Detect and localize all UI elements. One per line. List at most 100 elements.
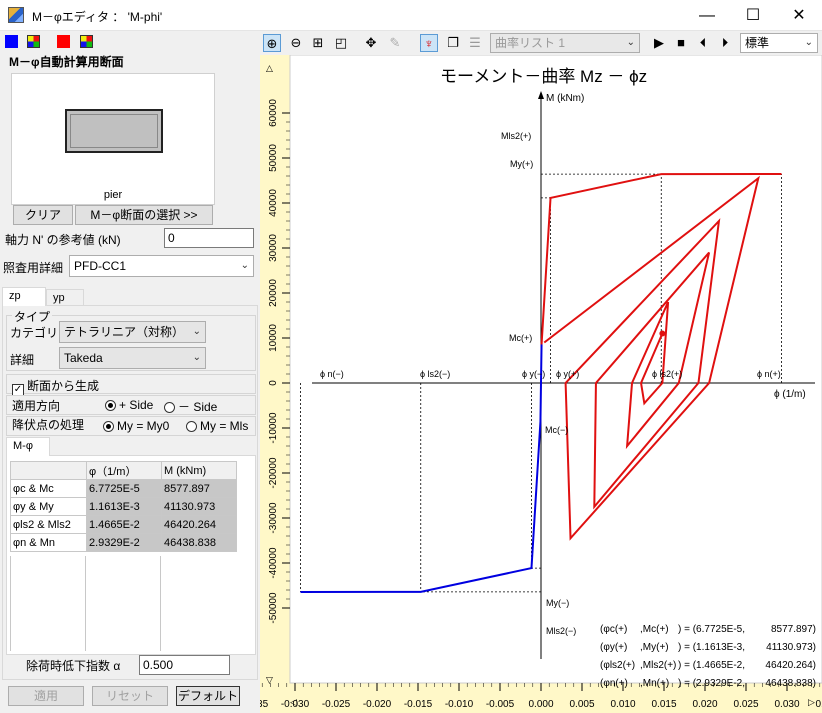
mode-value: 標準 bbox=[745, 36, 770, 50]
x-tick-label: -0.025 bbox=[322, 699, 351, 710]
ref-label-x: ϕ ls2(+) bbox=[652, 369, 682, 379]
m-cell[interactable]: 41130.973 bbox=[161, 497, 237, 516]
radio-icon bbox=[186, 421, 197, 432]
tab-mphi[interactable]: M-φ bbox=[6, 437, 50, 456]
pan-icon[interactable]: ✥ bbox=[362, 34, 380, 52]
my-mls-radio[interactable]: My = Mls bbox=[186, 419, 248, 433]
list-icon[interactable]: ☰ bbox=[466, 34, 484, 52]
mode-select[interactable]: 標準 ⌄ bbox=[740, 33, 818, 53]
blue-pattern-icon[interactable] bbox=[27, 35, 40, 48]
phi-cell[interactable]: 1.4665E-2 bbox=[86, 515, 162, 534]
row-label: φn & Mn bbox=[10, 533, 87, 552]
pick-icon[interactable]: ✎ bbox=[386, 34, 404, 52]
scroll-left-icon: ◁ bbox=[290, 697, 297, 707]
annotation-val: 46438.838) bbox=[765, 678, 816, 689]
tab-zp[interactable]: zp bbox=[2, 287, 46, 306]
step-forward-icon[interactable]: ⏵ bbox=[716, 34, 734, 52]
plus-side-label: + Side bbox=[119, 398, 154, 412]
y-tick-label: 10000 bbox=[268, 324, 279, 352]
stop-icon[interactable]: ■ bbox=[672, 34, 690, 52]
apply-button[interactable]: 適用 bbox=[8, 686, 84, 706]
minus-side-radio[interactable]: － Side bbox=[164, 398, 217, 415]
chevron-down-icon: ⌄ bbox=[192, 352, 201, 363]
mphi-chart[interactable]: -50000 -40000 -30000 -20000 -10000 0 10000 2000… bbox=[260, 55, 822, 713]
m-cell[interactable]: 46438.838 bbox=[161, 533, 237, 552]
row-label: φls2 & Mls2 bbox=[10, 515, 87, 534]
red-color-icon[interactable] bbox=[57, 35, 70, 48]
ref-label-x: ϕ y(−) bbox=[522, 369, 545, 379]
table-header-row: φ（1/m） M (kNm) bbox=[10, 461, 237, 480]
detail2-select[interactable]: Takeda ⌄ bbox=[59, 347, 206, 369]
yield-label: 降伏点の処理 bbox=[12, 418, 85, 432]
apply-dir-label: 適用方向 bbox=[12, 399, 61, 413]
y-tick-label: 20000 bbox=[268, 279, 279, 307]
y-tick-label: 40000 bbox=[268, 189, 279, 217]
detail2-value: Takeda bbox=[64, 351, 103, 365]
clear-button[interactable]: クリア bbox=[13, 205, 73, 225]
zoom-fit-icon[interactable]: ⊞ bbox=[309, 34, 327, 52]
radio-icon bbox=[103, 421, 114, 432]
x-tick-label: -0.005 bbox=[486, 699, 515, 710]
table-row[interactable]: φls2 & Mls2 1.4665E-2 46420.264 bbox=[10, 515, 237, 534]
x-tick-label: 0.020 bbox=[692, 699, 717, 710]
annotation-val: 8577.897) bbox=[771, 624, 816, 635]
table-empty-area bbox=[10, 556, 238, 651]
default-button[interactable]: デフォルト bbox=[176, 686, 240, 706]
ref-label-y: My(−) bbox=[546, 598, 569, 608]
ref-label-x: ϕ ls2(−) bbox=[420, 369, 450, 379]
maximize-button[interactable]: ☐ bbox=[730, 0, 776, 31]
annotation-m: ,My(+) bbox=[640, 642, 669, 653]
zoom-in-icon[interactable]: ⊕ bbox=[263, 34, 281, 52]
radio-icon bbox=[164, 402, 175, 413]
my-my0-radio[interactable]: My = My0 bbox=[103, 419, 169, 433]
table-row[interactable]: φc & Mc 6.7725E-5 8577.897 bbox=[10, 479, 237, 498]
tab-yp[interactable]: yp bbox=[46, 289, 84, 306]
curve-list-select[interactable]: 曲率リスト 1 ⌄ bbox=[490, 33, 640, 53]
annotation-phi: (φc(+) bbox=[600, 624, 627, 635]
table-row[interactable]: φn & Mn 2.9329E-2 46438.838 bbox=[10, 533, 237, 552]
play-icon[interactable]: ▶ bbox=[650, 34, 668, 52]
zoom-window-icon[interactable]: ◰ bbox=[332, 34, 350, 52]
phi-cell[interactable]: 6.7725E-5 bbox=[86, 479, 162, 498]
y-tick-label: 0 bbox=[268, 380, 279, 386]
table-row[interactable]: φy & My 1.1613E-3 41130.973 bbox=[10, 497, 237, 516]
plus-side-radio[interactable]: + Side bbox=[105, 398, 153, 412]
phi-cell[interactable]: 1.1613E-3 bbox=[86, 497, 162, 516]
chevron-down-icon: ⌄ bbox=[240, 260, 249, 271]
m-cell[interactable]: 8577.897 bbox=[161, 479, 237, 498]
mphi-panel: φ（1/m） M (kNm) φc & Mc 6.7725E-5 8577.897 … bbox=[6, 455, 256, 655]
table-header bbox=[10, 461, 87, 480]
step-back-icon[interactable]: ⏴ bbox=[694, 34, 712, 52]
ref-label-x: ϕ n(+) bbox=[757, 369, 781, 379]
x-tick-label: -0.010 bbox=[445, 699, 474, 710]
radio-icon bbox=[105, 400, 116, 411]
close-button[interactable]: ✕ bbox=[776, 0, 822, 31]
axial-input[interactable]: 0 bbox=[164, 228, 254, 248]
annotation-eq: ) = (6.7725E-5, bbox=[678, 624, 745, 635]
annotation-m: ,Mc(+) bbox=[640, 624, 669, 635]
red-pattern-icon[interactable] bbox=[80, 35, 93, 48]
gen-from-section-checkbox[interactable]: ✓ 断面から生成 bbox=[12, 377, 99, 396]
x-tick-label: 0.015 bbox=[651, 699, 676, 710]
detail-select[interactable]: PFD-CC1 ⌄ bbox=[69, 255, 254, 277]
reset-button[interactable]: リセット bbox=[92, 686, 168, 706]
copy-icon[interactable]: ❐ bbox=[444, 34, 462, 52]
blue-color-icon[interactable] bbox=[5, 35, 18, 48]
ref-label-y: My(+) bbox=[510, 159, 533, 169]
chevron-down-icon: ⌄ bbox=[804, 37, 813, 48]
chevron-down-icon: ⌄ bbox=[192, 326, 201, 337]
person-icon[interactable]: ♆ bbox=[420, 34, 438, 52]
y-tick-label: 60000 bbox=[268, 99, 279, 127]
unload-input[interactable]: 0.500 bbox=[139, 655, 230, 675]
x-tick-label: -0.020 bbox=[363, 699, 392, 710]
app-icon bbox=[8, 7, 24, 23]
zoom-out-icon[interactable]: ⊖ bbox=[287, 34, 305, 52]
select-section-button[interactable]: M－φ断面の選択 >> bbox=[75, 205, 213, 225]
phi-cell[interactable]: 2.9329E-2 bbox=[86, 533, 162, 552]
detail-select-value: PFD-CC1 bbox=[74, 259, 127, 273]
category-select[interactable]: テトラリニア（対称） ⌄ bbox=[59, 321, 206, 343]
annotation-phi: (φy(+) bbox=[600, 642, 627, 653]
minimize-button[interactable]: — bbox=[684, 0, 730, 31]
minus-side-label: － Side bbox=[178, 400, 218, 414]
m-cell[interactable]: 46420.264 bbox=[161, 515, 237, 534]
